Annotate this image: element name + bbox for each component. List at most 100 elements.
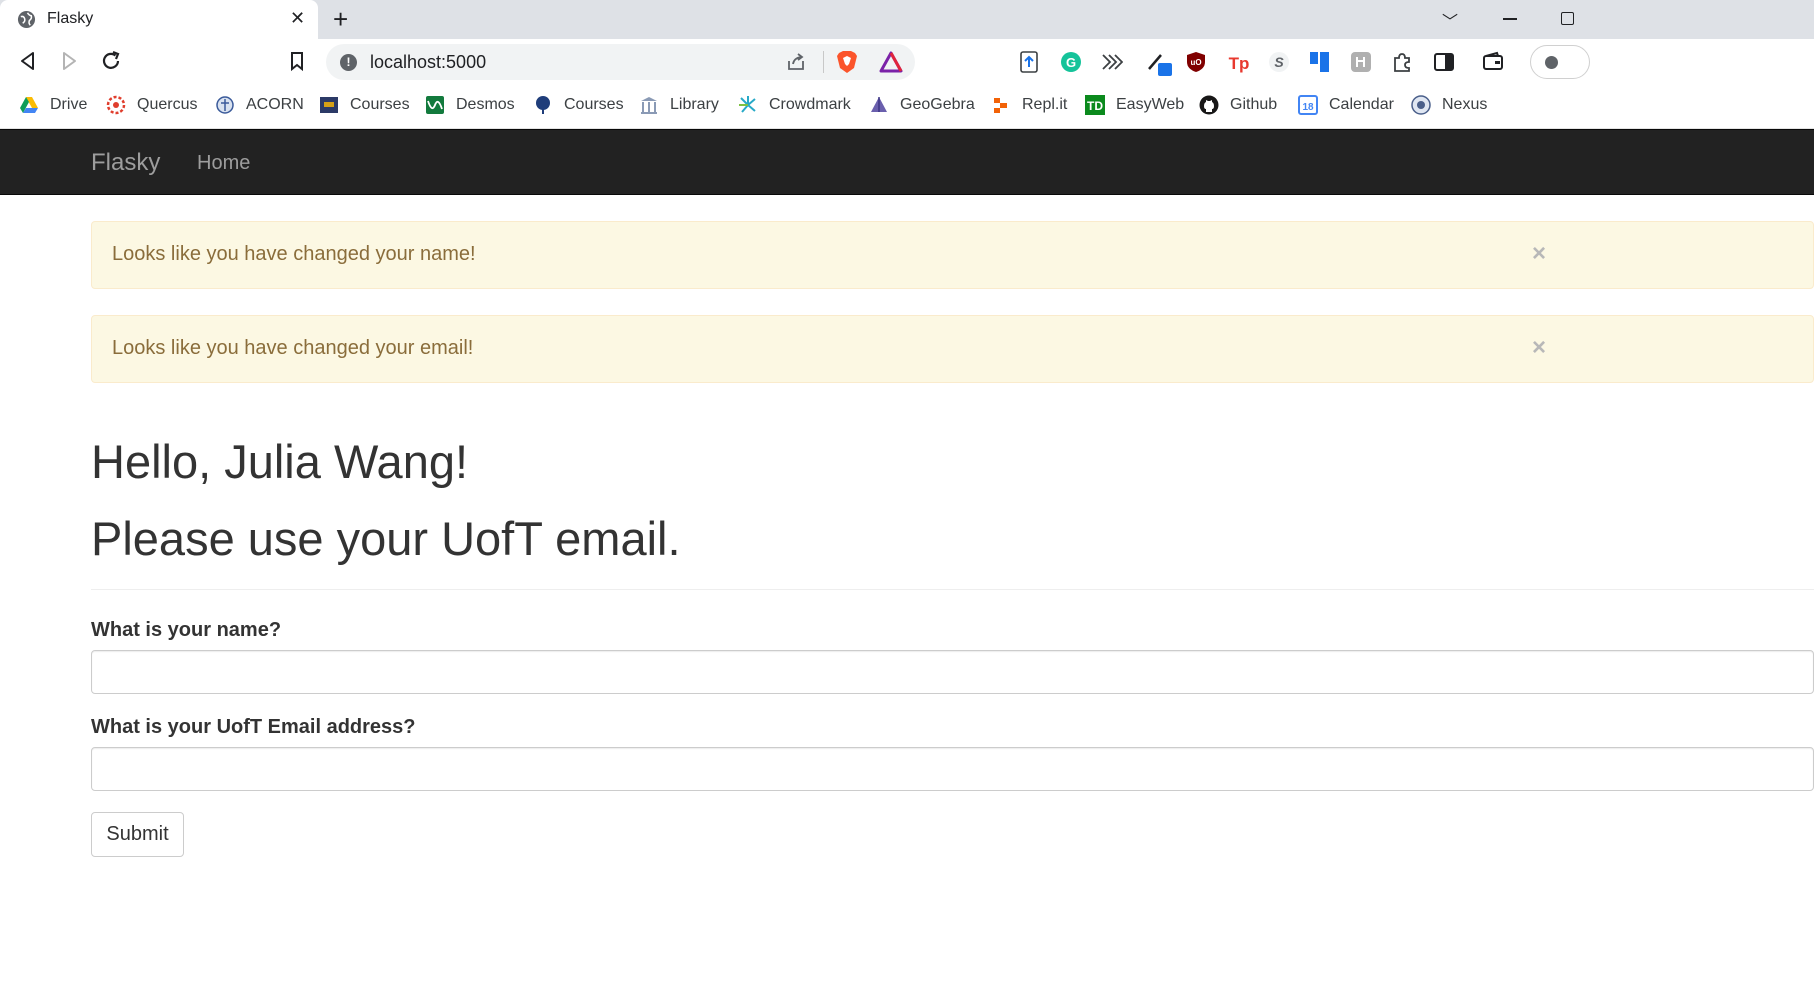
bookmark-page-icon[interactable] [285,49,309,73]
trello-extension-icon[interactable] [1309,51,1331,73]
email-field-label: What is your UofT Email address? [91,716,416,738]
s-extension-icon[interactable]: S [1268,51,1290,73]
side-panel-icon[interactable] [1433,51,1455,73]
japanese-extension-icon[interactable] [1350,51,1372,73]
submit-button[interactable]: Submit [91,812,184,857]
bookmark-label: Courses [350,96,410,113]
bookmark-label: Desmos [456,96,515,113]
bookmark-courses-2[interactable]: Courses [533,94,624,116]
bookmark-label: Calendar [1329,96,1394,113]
bookmark-crowdmark[interactable]: Crowdmark [738,94,851,116]
bookmark-quercus[interactable]: Quercus [106,94,197,116]
svg-text:S: S [1274,54,1284,70]
site-info-icon[interactable]: ! [340,54,357,71]
google-drive-icon [20,97,38,113]
email-field[interactable] [91,747,1814,791]
new-tab-icon[interactable]: + [333,4,348,34]
nav-link-home[interactable]: Home [197,152,250,175]
fast-forward-extension-icon[interactable] [1101,51,1123,73]
address-bar[interactable]: ! localhost:5000 [326,44,915,80]
bookmark-label: ACORN [246,96,304,113]
bookmarks-bar: Drive Quercus ACORN Courses Desmos Cours… [0,85,1814,129]
bookmark-label: EasyWeb [1116,96,1185,113]
bookmark-github[interactable]: Github [1199,94,1277,116]
svg-text:TD: TD [1087,99,1103,113]
bookmark-label: Github [1230,96,1278,113]
tp-extension-icon[interactable]: Tp [1226,51,1252,73]
name-field-label: What is your name? [91,619,282,641]
bookmark-desmos[interactable]: Desmos [425,94,515,116]
replit-icon [994,98,1007,113]
quercus-icon [106,95,126,115]
browser-toolbar: ! localhost:5000 G uO Tp S [0,39,1814,85]
upload-extension-icon[interactable] [1018,51,1040,73]
bookmark-label: Quercus [137,96,198,113]
alert-close-icon[interactable]: × [1532,240,1546,268]
browser-tab-strip: Flasky ✕ + ﹀ [0,0,1814,39]
svg-text:G: G [1066,55,1076,70]
profile-button[interactable] [1530,45,1590,79]
color-picker-icon[interactable] [1146,49,1174,77]
bookmark-drive[interactable]: Drive [19,94,87,116]
calendar-icon: 18 [1298,95,1318,115]
address-bar-divider [823,51,824,73]
wallet-icon[interactable] [1482,51,1504,73]
alert-message: Looks like you have changed your email! [112,337,474,359]
td-icon: TD [1085,95,1105,115]
bookmark-replit[interactable]: Repl.it [991,94,1067,116]
bookmark-label: Drive [50,96,88,113]
tab-close-icon[interactable]: ✕ [290,8,305,29]
bookmark-courses[interactable]: Courses [319,94,410,116]
share-icon[interactable] [786,52,806,72]
tab-title: Flasky [47,10,94,27]
library-icon [641,97,657,114]
bookmark-acorn[interactable]: ACORN [215,94,304,116]
nexus-icon [1411,95,1431,115]
brave-shields-icon[interactable] [836,50,858,74]
desmos-icon [426,96,444,114]
flash-alert-name: Looks like you have changed your name! × [91,221,1814,289]
bookmark-label: Crowdmark [769,96,851,113]
bookmark-nexus[interactable]: Nexus [1411,94,1487,116]
minimize-icon[interactable] [1503,18,1517,20]
geogebra-icon [871,97,887,112]
navbar-brand[interactable]: Flasky [91,149,160,177]
grammarly-icon[interactable]: G [1060,51,1082,73]
bookmark-label: Courses [564,96,624,113]
crowdmark-icon [739,96,756,113]
back-icon[interactable] [16,49,40,73]
acorn-icon [216,96,234,114]
browser-tab[interactable]: Flasky ✕ [0,0,318,39]
svg-text:uO: uO [1190,58,1201,67]
tab-search-chevron-icon[interactable]: ﹀ [1442,8,1458,32]
maximize-icon[interactable] [1561,12,1574,25]
url-text[interactable]: localhost:5000 [370,52,486,73]
site-navbar: Flasky Home [0,129,1814,195]
globe-icon [17,10,36,29]
instruction-heading: Please use your UofT email. [91,512,681,565]
bookmark-label: Repl.it [1022,96,1068,113]
brave-rewards-icon[interactable] [879,51,903,73]
profile-avatar-icon [1545,56,1558,69]
bookmark-library[interactable]: Library [639,94,719,116]
bookmark-label: Nexus [1442,96,1488,113]
svg-text:Tp: Tp [1229,54,1250,73]
reload-icon[interactable] [99,49,123,73]
courses-tree-icon [536,96,550,114]
extensions-puzzle-icon[interactable] [1391,51,1413,73]
greeting-heading: Hello, Julia Wang! [91,435,469,488]
bookmark-calendar[interactable]: 18 Calendar [1298,94,1394,116]
bookmark-easyweb[interactable]: TD EasyWeb [1085,94,1184,116]
github-icon [1199,95,1219,115]
header-divider [91,589,1814,590]
forward-icon[interactable] [57,49,81,73]
ublock-origin-icon[interactable]: uO [1185,51,1207,73]
name-field[interactable] [91,650,1814,694]
bookmark-label: GeoGebra [900,96,975,113]
alert-close-icon[interactable]: × [1532,334,1546,362]
alert-message: Looks like you have changed your name! [112,243,476,265]
svg-text:18: 18 [1302,102,1314,113]
bookmark-geogebra[interactable]: GeoGebra [869,94,975,116]
flash-alert-email: Looks like you have changed your email! … [91,315,1814,383]
courses-icon [320,97,338,113]
